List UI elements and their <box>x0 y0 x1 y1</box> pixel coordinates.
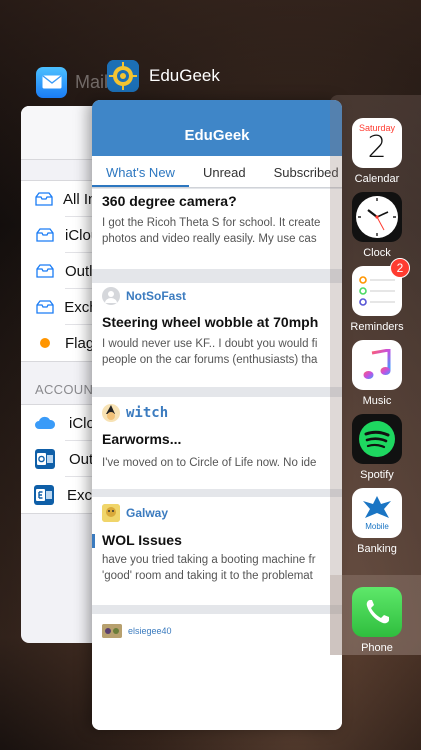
app-label: Banking <box>357 543 397 555</box>
tray-icon <box>35 225 55 245</box>
app-phone[interactable]: Phone <box>351 587 403 654</box>
app-label: Clock <box>363 247 391 259</box>
thread-item[interactable]: elsiegee40 <box>92 614 342 730</box>
edugeek-app-title[interactable]: EduGeek <box>107 58 220 94</box>
thread-username[interactable]: NotSoFast <box>126 289 186 303</box>
thread-title: WOL Issues <box>92 532 342 548</box>
thread-item[interactable]: NotSoFast Steering wheel wobble at 70mph… <box>92 283 342 387</box>
thread-username[interactable]: elsiegee40 <box>128 626 172 636</box>
icloud-icon <box>33 411 57 435</box>
thread-snippet: I've moved on to Circle of Life now. No … <box>102 457 317 469</box>
app-label: Reminders <box>350 321 404 333</box>
tray-icon <box>35 189 53 209</box>
mail-app-title[interactable]: Mail <box>36 66 108 98</box>
thread-user-line: Galway <box>92 501 342 525</box>
tile-text: Mobile <box>365 522 389 531</box>
thread-snippet: photos and video really easily. My use c… <box>102 233 317 245</box>
app-label: Calendar <box>354 173 400 185</box>
app-label: Spotify <box>360 469 394 481</box>
thread-item[interactable]: Galway WOL Issues have you tried taking … <box>92 497 342 605</box>
default-avatar-icon <box>102 287 120 305</box>
calendar-icon: Saturday 2 <box>352 118 402 168</box>
thread-title: Earworms... <box>102 431 182 447</box>
outlook-icon <box>33 447 57 471</box>
thread-snippet: I would never use KF.. I doubt you would… <box>102 338 318 350</box>
spotify-icon <box>352 414 402 464</box>
witch-avatar-icon <box>102 404 120 422</box>
mail-app-label: Mail <box>75 71 109 92</box>
app-clock[interactable]: Clock <box>351 192 403 259</box>
edugeek-app-icon <box>107 60 139 92</box>
tray-icon <box>35 297 54 317</box>
edugeek-app-card[interactable]: EduGeek What's New Unread Subscribed 360… <box>92 100 342 730</box>
phone-icon <box>352 587 402 637</box>
thread-user-line: witch <box>92 401 342 425</box>
thread-username[interactable]: witch <box>126 405 168 421</box>
tray-icon <box>35 261 55 281</box>
thread-user-line: NotSoFast <box>92 284 342 308</box>
thread-user-line: elsiegee40 <box>92 619 342 643</box>
app-music[interactable]: Music <box>351 340 403 407</box>
elsiegee-avatar-icon <box>102 624 122 638</box>
app-calendar[interactable]: Saturday 2 Calendar <box>351 118 403 185</box>
calendar-day-number: 2 <box>367 130 387 165</box>
thread-snippet: 'good' room and taking it to the problem… <box>102 570 313 582</box>
thread-snippet: people on the car forums (enthusiasts) t… <box>102 354 318 366</box>
thread-snippet: I got the Ricoh Theta S for school. It c… <box>102 217 321 229</box>
app-reminders[interactable]: 2 Reminders <box>350 258 410 333</box>
tab-whats-new[interactable]: What's New <box>92 165 189 187</box>
music-note-icon <box>352 340 402 390</box>
edugeek-header-title: EduGeek <box>184 126 250 144</box>
app-mobile-banking[interactable]: Mobile Banking <box>351 488 403 555</box>
app-label: Music <box>362 395 392 407</box>
tab-unread[interactable]: Unread <box>189 165 260 187</box>
thread-item[interactable]: witch Earworms... I've moved on to Circl… <box>92 397 342 489</box>
app-spotify[interactable]: Spotify <box>351 414 403 481</box>
galway-avatar-icon <box>102 504 120 522</box>
reminders-icon: 2 <box>352 258 410 316</box>
thread-title: Steering wheel wobble at 70mph <box>102 314 319 330</box>
edugeek-nav-bar: EduGeek <box>92 100 342 156</box>
notification-badge: 2 <box>390 258 410 278</box>
thread-title: 360 degree camera? <box>102 193 237 209</box>
app-label: Phone <box>361 642 393 654</box>
edugeek-tab-bar: What's New Unread Subscribed <box>92 156 342 188</box>
flag-dot-icon <box>35 333 55 353</box>
mail-app-icon <box>36 66 67 98</box>
thread-username[interactable]: Galway <box>126 506 168 520</box>
clock-icon <box>352 192 402 242</box>
thread-item[interactable]: 360 degree camera? I got the Ricoh Theta… <box>92 189 342 269</box>
edugeek-app-label: EduGeek <box>149 66 220 85</box>
thread-snippet: have you tried taking a booting machine … <box>102 554 316 566</box>
eagle-bank-icon: Mobile <box>352 488 402 538</box>
exchange-icon <box>33 483 55 507</box>
